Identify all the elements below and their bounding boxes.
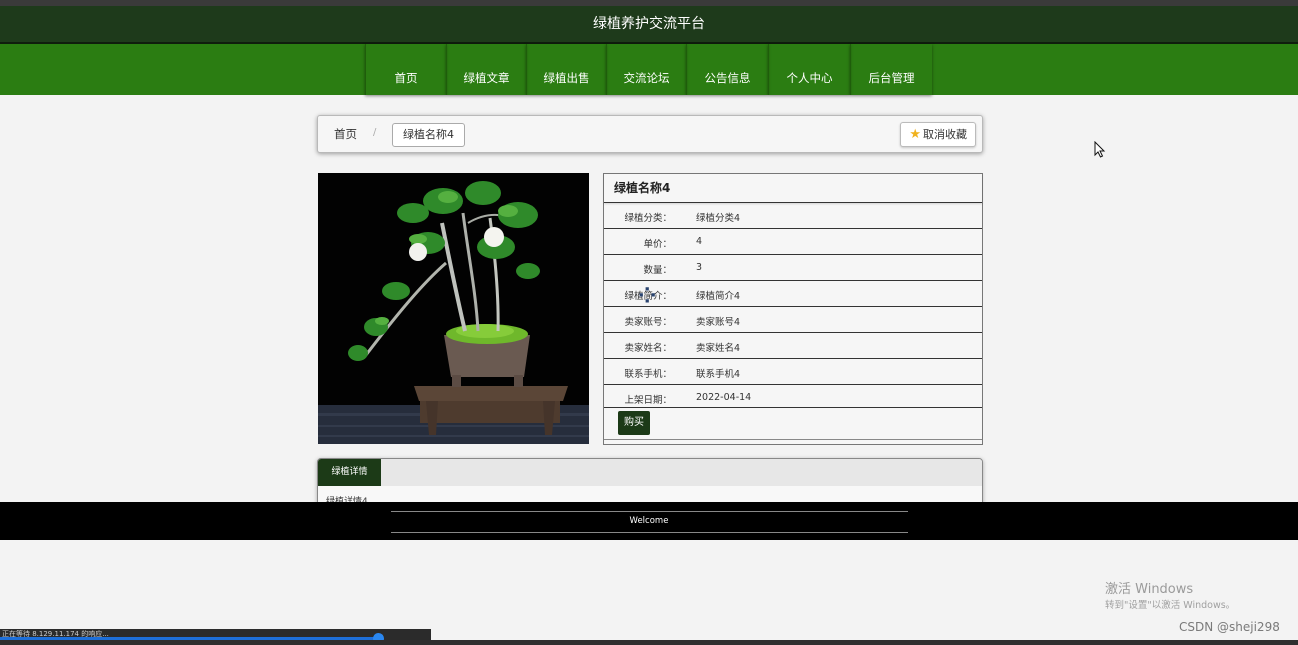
intro-value: 绿植简介4 (696, 291, 741, 302)
price-value: 4 (696, 236, 703, 247)
main-nav: 首页 绿植文章 绿植出售 交流论坛 公告信息 个人中心 后台管理 (365, 44, 932, 95)
divider (391, 532, 908, 533)
windows-activation-hint: 转到"设置"以激活 Windows。 (1105, 600, 1236, 611)
footer-welcome: Welcome (629, 516, 669, 526)
listing-date-label: 上架日期： (624, 395, 672, 406)
category-label: 绿植分类： (624, 213, 672, 224)
loading-spinner-icon: ⁘ (638, 284, 657, 309)
breadcrumb: 首页 / 绿植名称4 ★ 取消收藏 (317, 115, 983, 153)
price-label: 单价： (643, 239, 672, 250)
site-title: 绿植养护交流平台 (0, 6, 1298, 44)
buy-button[interactable]: 购买 (618, 411, 650, 435)
info-row-phone: 联系手机： 联系手机4 (604, 359, 982, 385)
nav-item-home[interactable]: 首页 (365, 44, 446, 95)
divider (391, 511, 908, 512)
nav-item-personal-center[interactable]: 个人中心 (768, 44, 850, 95)
bonsai-picture (318, 173, 589, 444)
divider (604, 407, 982, 408)
seller-name-value: 卖家姓名4 (696, 343, 741, 354)
star-icon: ★ (909, 127, 921, 142)
seller-account-label: 卖家账号： (624, 317, 672, 328)
phone-value: 联系手机4 (696, 369, 741, 380)
mouse-pointer-icon (1094, 141, 1106, 158)
info-row-category: 绿植分类： 绿植分类4 (604, 203, 982, 229)
phone-label: 联系手机： (624, 369, 672, 380)
cancel-favorite-button[interactable]: ★ 取消收藏 (900, 122, 976, 147)
cancel-favorite-label: 取消收藏 (923, 128, 967, 141)
quantity-value: 3 (696, 262, 703, 273)
nav-item-admin[interactable]: 后台管理 (850, 44, 932, 95)
quantity-label: 数量： (643, 265, 672, 276)
info-row-seller-account: 卖家账号： 卖家账号4 (604, 307, 982, 333)
breadcrumb-home-link[interactable]: 首页 (334, 126, 357, 142)
breadcrumb-separator: / (373, 127, 377, 138)
product-name: 绿植名称4 (604, 174, 982, 203)
breadcrumb-current: 绿植名称4 (392, 123, 465, 147)
category-value: 绿植分类4 (696, 213, 741, 224)
seller-name-label: 卖家姓名： (624, 343, 672, 354)
info-row-quantity: 数量： 3 (604, 255, 982, 281)
product-info-panel: 绿植名称4 绿植分类： 绿植分类4 单价： 4 数量： 3 绿植简介： 绿植简介… (603, 173, 983, 445)
csdn-watermark: CSDN @sheji298 (1179, 620, 1280, 634)
nav-item-forum[interactable]: 交流论坛 (606, 44, 686, 95)
nav-item-announcements[interactable]: 公告信息 (686, 44, 768, 95)
info-row-intro: 绿植简介： 绿植简介4 (604, 281, 982, 307)
listing-date-value: 2022-04-14 (696, 392, 752, 403)
tab-plant-details[interactable]: 绿植详情 (318, 459, 381, 486)
detail-tab-bar (318, 459, 982, 486)
info-row-seller-name: 卖家姓名： 卖家姓名4 (604, 333, 982, 359)
windows-activation-title: 激活 Windows (1105, 582, 1194, 597)
window-bottom-edge (0, 640, 1298, 645)
nav-item-articles[interactable]: 绿植文章 (446, 44, 526, 95)
divider (604, 439, 982, 440)
seller-account-value: 卖家账号4 (696, 317, 741, 328)
footer: Welcome (0, 502, 1298, 540)
nav-item-plants-for-sale[interactable]: 绿植出售 (526, 44, 606, 95)
info-row-price: 单价： 4 (604, 229, 982, 255)
product-image (318, 173, 589, 444)
